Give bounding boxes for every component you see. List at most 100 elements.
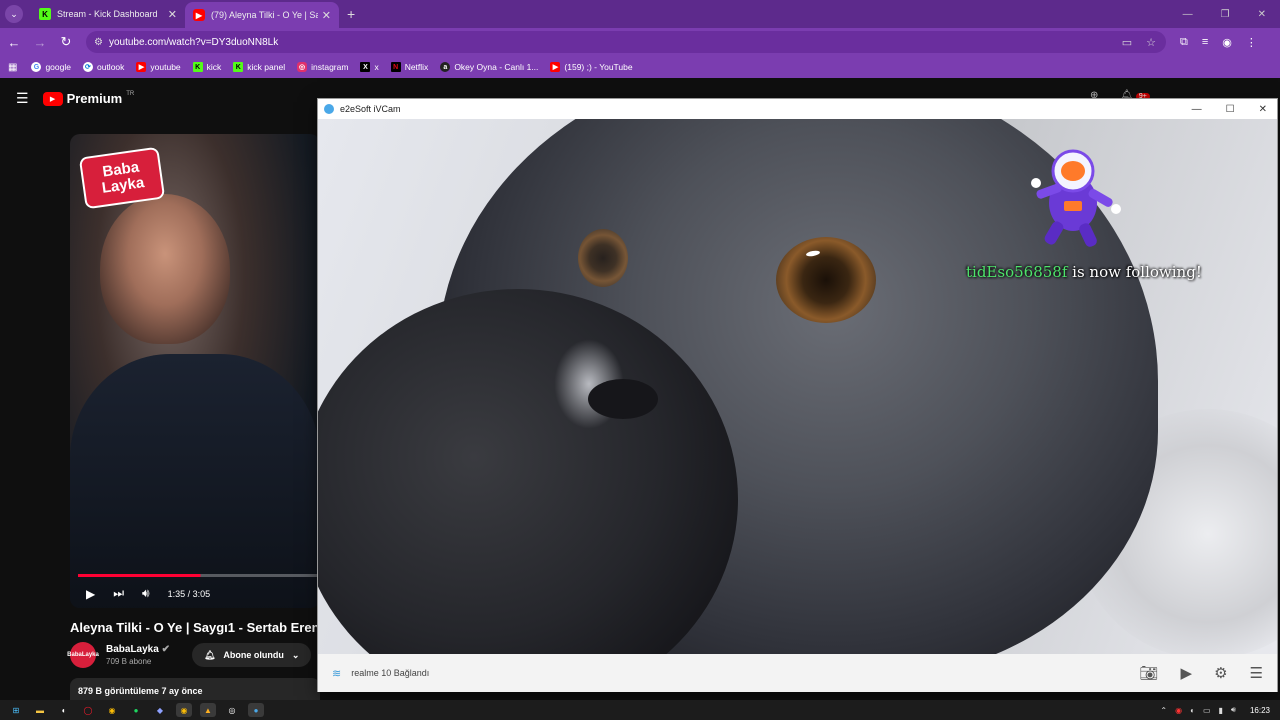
bookmark-netflix[interactable]: N Netflix bbox=[390, 62, 429, 72]
close-icon[interactable]: ✕ bbox=[168, 8, 177, 21]
maximize-icon[interactable]: ☐ bbox=[1226, 104, 1235, 115]
close-icon[interactable]: ✕ bbox=[322, 9, 331, 22]
cast-icon[interactable]: ▭ bbox=[1122, 36, 1132, 49]
youtube-logo-icon[interactable]: ▶ bbox=[42, 91, 63, 106]
record-video-icon[interactable]: ▶︎ bbox=[1181, 664, 1193, 682]
back-icon[interactable]: ← bbox=[2, 35, 26, 50]
watermark-line2: Layka bbox=[100, 174, 146, 197]
video-player[interactable]: Baba Layka ▶ ⏭ 🔊︎ 1:35 / 3:05 bbox=[70, 134, 320, 608]
kick-icon: K bbox=[39, 8, 51, 20]
minimize-icon[interactable]: — bbox=[1183, 9, 1193, 20]
avatar[interactable]: BabaLayka bbox=[67, 642, 99, 668]
bookmark-label: Okey Oyna - Canlı 1... bbox=[454, 62, 539, 72]
tab-kick-dashboard[interactable]: K Stream - Kick Dashboard ✕ bbox=[31, 0, 185, 28]
camera-snapshot-icon[interactable]: 📷︎ bbox=[1140, 664, 1159, 682]
url-field[interactable]: ⚙ youtube.com/watch?v=DY3duoNN8Lk ▭ ☆ bbox=[86, 31, 1166, 53]
chrome-icon[interactable]: ◉ bbox=[104, 703, 120, 717]
google-icon: G bbox=[31, 62, 42, 72]
channel-row: BabaLayka BabaLayka ✔ 709 B abone 🔔︎ Abo… bbox=[67, 642, 312, 668]
close-icon[interactable]: ✕ bbox=[1259, 104, 1267, 115]
volume-icon[interactable]: 🔊︎ bbox=[142, 586, 150, 601]
bookmark-x[interactable]: Xx bbox=[360, 62, 379, 72]
menu-icon[interactable]: ☰ bbox=[1250, 664, 1263, 682]
microphone-icon[interactable]: ▮ bbox=[1219, 706, 1223, 715]
bookmark-label: google bbox=[45, 62, 71, 72]
extensions-icon[interactable]: ⧉ bbox=[1180, 36, 1188, 49]
obs-icon[interactable]: ◎ bbox=[224, 703, 240, 717]
chrome-active-icon[interactable]: ◉ bbox=[176, 703, 192, 717]
player-controls: ▶ ⏭ 🔊︎ 1:35 / 3:05 bbox=[86, 586, 210, 601]
ivcam-window-controls: — ☐ ✕ bbox=[1192, 104, 1267, 115]
file-explorer-icon[interactable]: ▬ bbox=[32, 703, 48, 717]
follow-alert-text: is now following! bbox=[1067, 263, 1202, 281]
astronaut-alert-icon bbox=[1031, 149, 1121, 247]
bookmark-label: kick panel bbox=[247, 62, 286, 72]
site-info-icon[interactable]: ⚙ bbox=[94, 37, 103, 48]
tray-steam-icon[interactable]: ◐ bbox=[1190, 706, 1195, 715]
windows-start-icon[interactable]: ⊞ bbox=[8, 703, 24, 717]
steam-icon[interactable]: ◐ bbox=[56, 703, 72, 717]
camera-preview: tidEso56858f is now following! bbox=[318, 119, 1277, 654]
bookmark-instagram[interactable]: ◎ instagram bbox=[297, 62, 348, 72]
tray-app-icon[interactable]: ◉ bbox=[1175, 706, 1182, 715]
bookmark-label: instagram bbox=[311, 62, 349, 72]
bookmark-label: outlook bbox=[96, 62, 125, 72]
outlook-icon: ⟳ bbox=[82, 62, 93, 72]
profile-icon[interactable]: ◉ bbox=[1222, 36, 1232, 49]
settings-gear-icon[interactable]: ⚙ bbox=[1214, 664, 1227, 682]
bookmark-outlook[interactable]: ⟳ outlook bbox=[82, 62, 125, 72]
media-icon[interactable]: ≡ bbox=[1202, 36, 1208, 49]
bookmark-label: Netflix bbox=[404, 62, 429, 72]
connection-status: realme 10 Bağlandı bbox=[351, 668, 430, 678]
bookmark-label: (159) ;) - YouTube bbox=[564, 62, 633, 72]
reload-icon[interactable]: ↻ bbox=[54, 34, 78, 50]
ivcam-title-bar[interactable]: e2eSoft iVCam — ☐ ✕ bbox=[318, 99, 1277, 119]
chevron-down-icon: ⌄ bbox=[291, 649, 300, 660]
tray-chevron-icon[interactable]: ⌃ bbox=[1160, 706, 1167, 715]
opera-icon[interactable]: ◯ bbox=[80, 703, 96, 717]
kick-icon: K bbox=[192, 62, 203, 72]
discord-icon[interactable]: ◆ bbox=[152, 703, 168, 717]
star-icon[interactable]: ☆ bbox=[1146, 36, 1156, 49]
ivcam-window[interactable]: e2eSoft iVCam — ☐ ✕ tidEso56858f is now … bbox=[317, 98, 1278, 692]
next-icon[interactable]: ⏭ bbox=[113, 586, 124, 601]
bell-icon: 🔔︎ bbox=[203, 649, 216, 660]
network-icon[interactable]: ▭ bbox=[1203, 706, 1211, 715]
channel-watermark-logo: Baba Layka bbox=[78, 146, 166, 210]
bookmark-youtube[interactable]: ▶ youtube bbox=[136, 62, 181, 72]
address-bar-row: ← → ↻ ⚙ youtube.com/watch?v=DY3duoNN8Lk … bbox=[0, 28, 1280, 56]
play-icon[interactable]: ▶ bbox=[86, 587, 95, 601]
channel-name[interactable]: BabaLayka ✔ bbox=[106, 644, 170, 655]
video-views-date[interactable]: 879 B görüntüleme 7 ay önce bbox=[70, 678, 320, 702]
hamburger-menu-icon[interactable]: ☰ bbox=[16, 90, 29, 107]
new-tab-button[interactable]: + bbox=[347, 6, 355, 22]
wifi-icon: ≋ bbox=[332, 667, 342, 680]
restore-icon[interactable]: ❐ bbox=[1221, 9, 1230, 20]
tab-youtube[interactable]: ▶ (79) Aleyna Tilki - O Ye | Saygı1 ✕ bbox=[185, 2, 339, 28]
subscribe-button[interactable]: 🔔︎ Abone olundu ⌄ bbox=[191, 643, 312, 667]
minimize-icon[interactable]: — bbox=[1192, 104, 1202, 115]
apps-grid-icon[interactable]: ▦ bbox=[8, 62, 17, 73]
tab-search-button[interactable]: ⌄ bbox=[5, 5, 23, 23]
bookmark-google[interactable]: Ggoogle bbox=[31, 62, 71, 72]
bookmark-kick-panel[interactable]: Kkick panel bbox=[233, 62, 285, 72]
app-icon[interactable]: ▲ bbox=[200, 703, 216, 717]
follow-alert: tidEso56858f is now following! bbox=[966, 263, 1202, 281]
bookmark-okey[interactable]: a Okey Oyna - Canlı 1... bbox=[440, 62, 538, 72]
close-icon[interactable]: ✕ bbox=[1258, 9, 1266, 20]
menu-icon[interactable]: ⋮ bbox=[1246, 36, 1257, 49]
spotify-icon[interactable]: ● bbox=[128, 703, 144, 717]
taskbar-clock[interactable]: 16:23 bbox=[1250, 706, 1270, 715]
youtube-brand[interactable]: Premium bbox=[67, 91, 123, 106]
video-frame-body bbox=[70, 354, 320, 608]
bookmark-youtube-playlist[interactable]: ▶ (159) ;) - YouTube bbox=[550, 62, 633, 72]
video-progress-bar[interactable] bbox=[78, 574, 318, 577]
bookmark-label: x bbox=[374, 62, 379, 72]
volume-icon[interactable]: 🔊︎ bbox=[1231, 705, 1236, 715]
ivcam-app-icon bbox=[324, 104, 334, 114]
forward-icon[interactable]: → bbox=[28, 35, 52, 50]
bookmark-kick[interactable]: Kkick bbox=[192, 62, 221, 72]
channel-name-text: BabaLayka bbox=[106, 644, 159, 655]
youtube-icon: ▶ bbox=[136, 62, 147, 72]
ivcam-taskbar-icon[interactable]: ● bbox=[248, 703, 264, 717]
